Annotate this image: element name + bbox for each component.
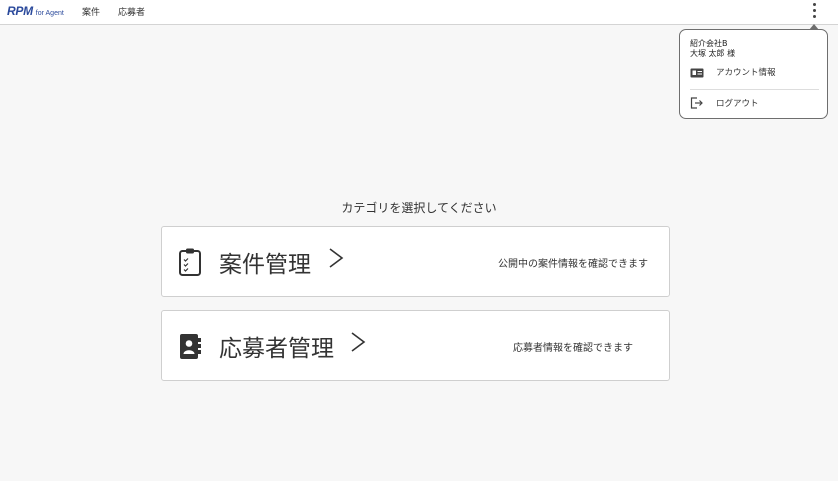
logout-icon xyxy=(690,94,704,113)
applicant-management-description: 応募者情報を確認できます xyxy=(513,343,633,354)
id-card-icon xyxy=(690,63,704,82)
contact-book-icon xyxy=(178,331,202,361)
menu-divider xyxy=(690,89,819,90)
project-management-description: 公開中の案件情報を確認できます xyxy=(498,259,648,270)
kebab-dot-icon xyxy=(813,9,816,12)
project-management-title: 案件管理 xyxy=(219,252,311,278)
kebab-dot-icon xyxy=(813,15,816,18)
logo-sub-text: for Agent xyxy=(35,10,64,17)
logout-label: ログアウト xyxy=(716,99,759,109)
logo-main-text: RPM xyxy=(7,4,33,18)
account-info-menu-item[interactable]: アカウント情報 xyxy=(690,65,776,79)
logout-menu-item[interactable]: ログアウト xyxy=(690,96,759,110)
nav-applicants-link[interactable]: 応募者 xyxy=(118,5,145,18)
project-management-card[interactable]: 案件管理 公開中の案件情報を確認できます xyxy=(161,226,670,297)
top-navbar: RPM for Agent 案件 応募者 xyxy=(0,0,838,25)
clipboard-checklist-icon xyxy=(178,247,202,277)
user-dropdown-menu: 紹介会社B 大塚 太郎 様 アカウント情報 ログアウト xyxy=(679,29,828,119)
category-prompt: カテゴリを選択してください xyxy=(341,201,497,215)
chevron-right-icon xyxy=(328,245,344,271)
more-menu-button[interactable] xyxy=(808,1,822,21)
applicant-management-title: 応募者管理 xyxy=(219,336,334,362)
account-info-label: アカウント情報 xyxy=(716,68,776,78)
applicant-management-card[interactable]: 応募者管理 応募者情報を確認できます xyxy=(161,310,670,381)
user-name: 大塚 太郎 様 xyxy=(690,49,736,58)
rpm-logo[interactable]: RPM for Agent xyxy=(7,4,64,20)
nav-projects-link[interactable]: 案件 xyxy=(82,5,100,18)
chevron-right-icon xyxy=(350,329,366,355)
kebab-dot-icon xyxy=(813,3,816,6)
